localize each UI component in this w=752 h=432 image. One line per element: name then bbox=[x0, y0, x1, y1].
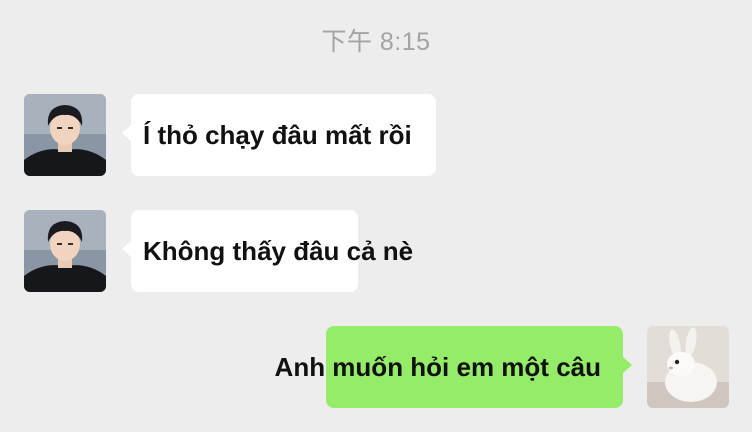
message-text: Í thỏ chạy đâu mất rồi bbox=[143, 119, 412, 150]
incoming-message-bubble[interactable]: Không thấy đâu cả nè bbox=[122, 210, 413, 292]
outgoing-message-bubble[interactable]: Anh muốn hỏi em một câu bbox=[275, 326, 632, 408]
chat-window: 下午 8:15 Í thỏ chạy đâu mất rồi Không thấ… bbox=[0, 0, 752, 432]
incoming-message-bubble[interactable]: Í thỏ chạy đâu mất rồi bbox=[122, 94, 436, 176]
contact-avatar[interactable] bbox=[24, 210, 106, 292]
contact-avatar[interactable] bbox=[24, 94, 106, 176]
message-timestamp: 下午 8:15 bbox=[321, 28, 431, 56]
message-text: Anh muốn hỏi em một câu bbox=[274, 351, 601, 382]
user-avatar[interactable] bbox=[647, 326, 729, 408]
message-text: Không thấy đâu cả nè bbox=[143, 235, 414, 266]
